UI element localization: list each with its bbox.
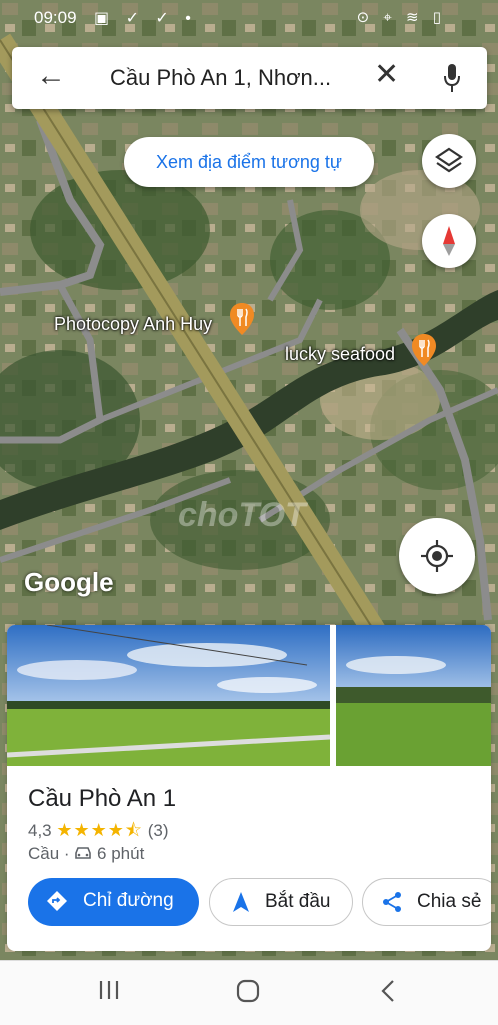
place-photo[interactable]	[7, 625, 330, 766]
navigation-arrow-icon	[233, 892, 249, 912]
place-category: Cầu ·	[28, 844, 70, 863]
start-button[interactable]: Bắt đầu	[209, 878, 353, 926]
back-icon[interactable]	[380, 979, 396, 1003]
place-title: Cầu Phò An 1	[28, 785, 177, 812]
system-navigation-bar	[0, 960, 498, 1025]
travel-time: 6 phút	[97, 844, 145, 863]
share-label: Chia sẻ	[417, 891, 482, 912]
directions-icon	[47, 891, 67, 911]
field-photo	[336, 625, 491, 766]
directions-button[interactable]: Chỉ đường	[28, 878, 199, 926]
rating-value: 4,3	[28, 821, 52, 840]
directions-label: Chỉ đường	[83, 890, 174, 911]
recent-apps-icon[interactable]	[98, 979, 120, 1001]
status-bar: 09:09 ▣ ✓ ✓ • ⊙ ⌖ ≋ ▯	[0, 0, 498, 34]
place-card[interactable]: Cầu Phò An 1 4,3 ★★★★⯪ (3) Cầu · 6 phút …	[7, 625, 491, 951]
rice-field-photo	[7, 625, 330, 766]
car-icon	[75, 847, 92, 859]
poi-label-photocopy[interactable]: Photocopy Anh Huy	[54, 314, 212, 335]
place-photo[interactable]	[336, 625, 491, 766]
share-button[interactable]: Chia sẻ	[362, 878, 491, 926]
info-row: Cầu · 6 phút	[28, 844, 144, 864]
poi-label-lucky-seafood[interactable]: lucky seafood	[285, 344, 395, 365]
compass-icon	[443, 226, 455, 256]
system-icons: ⊙ ⌖ ≋ ▯	[356, 9, 446, 26]
start-label: Bắt đầu	[265, 891, 331, 912]
close-icon[interactable]: ✕	[374, 60, 399, 90]
microphone-icon[interactable]	[444, 63, 460, 93]
google-logo: Google	[24, 567, 114, 597]
layers-icon	[435, 147, 463, 173]
search-query[interactable]: Cầu Phò An 1, Nhơn...	[110, 65, 360, 91]
star-rating-icon: ★★★★⯪	[56, 820, 143, 840]
layers-button[interactable]	[422, 134, 476, 188]
crosshair-icon	[421, 540, 453, 572]
home-icon[interactable]	[236, 979, 260, 1003]
search-bar[interactable]: ← Cầu Phò An 1, Nhơn... ✕	[12, 47, 487, 109]
restaurant-pin-icon[interactable]	[229, 302, 255, 336]
compass-button[interactable]	[422, 214, 476, 268]
back-arrow-icon[interactable]: ←	[36, 61, 66, 91]
similar-places-chip[interactable]: Xem địa điểm tương tự	[124, 137, 374, 187]
review-count[interactable]: (3)	[148, 821, 169, 840]
clock: 09:09	[34, 8, 77, 27]
notification-icons: ▣ ✓ ✓ •	[94, 10, 197, 27]
share-icon	[383, 892, 401, 912]
watermark: choTOT	[178, 496, 306, 534]
my-location-button[interactable]	[399, 518, 475, 594]
restaurant-pin-icon[interactable]	[411, 333, 437, 367]
